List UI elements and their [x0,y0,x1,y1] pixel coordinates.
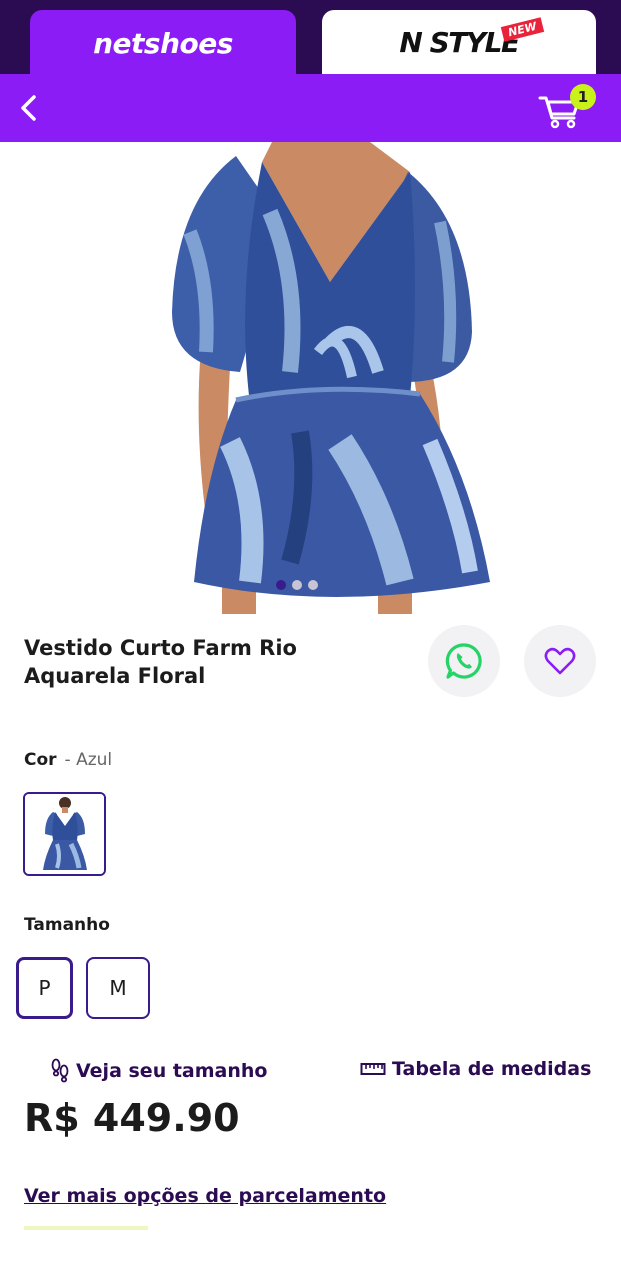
promo-strip [24,1226,148,1230]
installments-link[interactable]: Ver mais opções de parcelamento [24,1185,386,1207]
new-badge: NEW [500,17,545,42]
ruler-icon [360,1063,386,1075]
tab-nstyle[interactable]: N STYLE NEW [322,10,596,74]
size-table-label: Tabela de medidas [392,1058,592,1080]
color-value: - Azul [64,750,113,770]
size-finder-label: Veja seu tamanho [76,1060,268,1082]
color-label-row: Cor - Azul [24,750,112,770]
product-title-line1: Vestido Curto Farm Rio [24,636,297,660]
whatsapp-share-button[interactable] [428,625,500,697]
gallery-dot[interactable] [292,580,302,590]
store-tabbar: netshoes N STYLE NEW [0,0,621,76]
product-title-line2: Aquarela Floral [24,664,206,688]
product-price: R$ 449.90 [24,1096,240,1140]
tab-netshoes[interactable]: netshoes [30,10,296,76]
size-finder-link[interactable]: Veja seu tamanho [50,1058,267,1084]
size-option-p[interactable]: P [16,957,73,1019]
size-table-link[interactable]: Tabela de medidas [360,1058,591,1080]
color-label: Cor [24,750,57,770]
footprints-icon [51,1058,69,1083]
top-header [0,74,621,142]
color-option-thumbnail[interactable] [23,792,106,876]
netshoes-logo: netshoes [93,26,233,60]
heart-icon [544,647,576,675]
dress-thumbnail [25,794,104,874]
gallery-dot[interactable] [308,580,318,590]
whatsapp-icon [445,643,482,679]
product-image[interactable] [0,142,621,614]
favorite-button[interactable] [524,625,596,697]
gallery-dot[interactable] [276,580,286,590]
product-title: Vestido Curto Farm Rio Aquarela Floral [24,634,384,690]
cart-count-badge: 1 [570,84,596,110]
gallery-dots [276,580,318,590]
dress-photo [0,142,621,614]
size-label: Tamanho [24,915,110,935]
chevron-left-icon [21,95,36,121]
back-button[interactable] [10,88,50,128]
size-option-m[interactable]: M [86,957,150,1019]
